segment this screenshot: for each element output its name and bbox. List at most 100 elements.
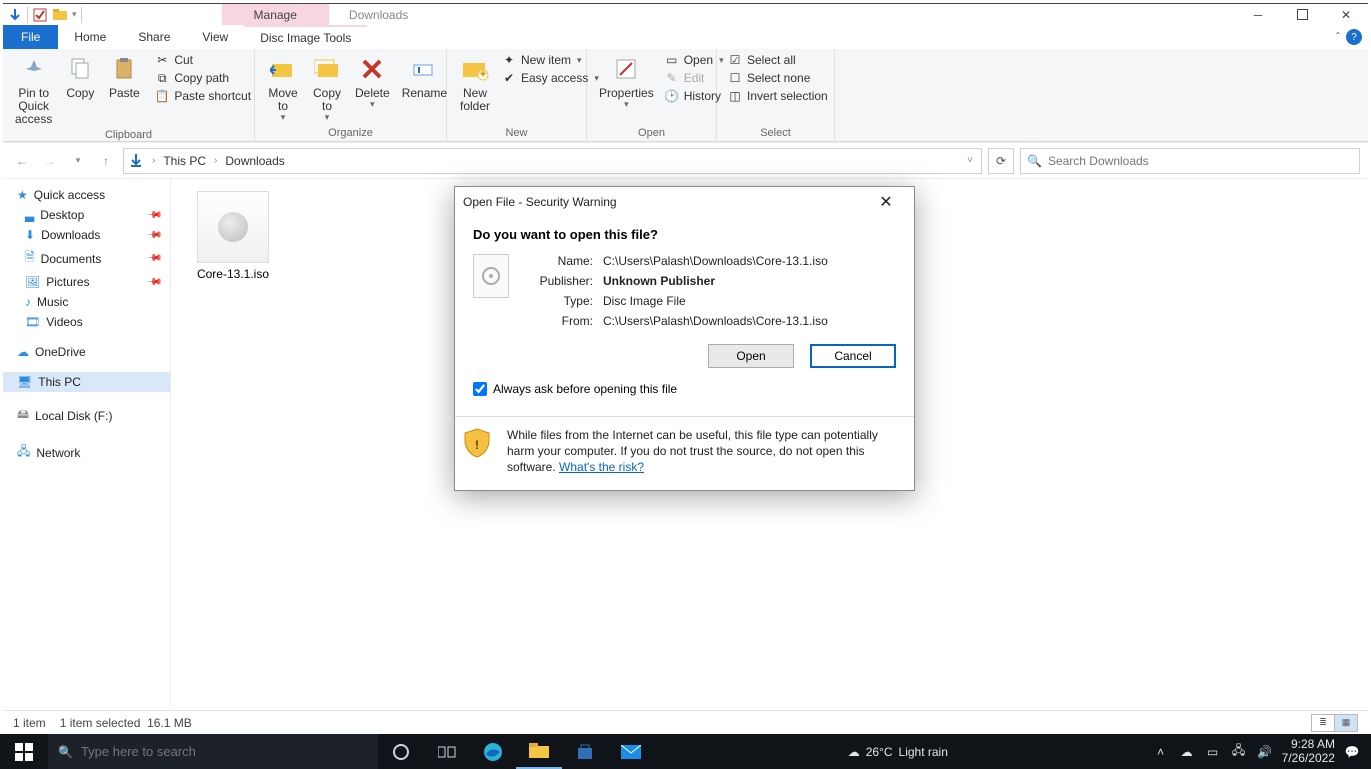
nav-local-disk[interactable]: 🖴Local Disk (F:): [3, 402, 170, 429]
search-box[interactable]: 🔍: [1020, 148, 1360, 174]
nav-quick-access[interactable]: ★Quick access: [3, 185, 170, 205]
group-organize-label: Organize: [255, 127, 446, 141]
tab-disc-image-tools[interactable]: Disc Image Tools: [244, 25, 367, 49]
invert-selection-button[interactable]: ◫Invert selection: [723, 87, 832, 105]
nav-documents[interactable]: 🗎Documents📌: [3, 245, 170, 272]
history-icon: 🕑: [664, 88, 680, 104]
tab-file[interactable]: File: [3, 25, 58, 49]
back-button[interactable]: ←: [11, 150, 33, 172]
taskbar-store-icon[interactable]: [562, 734, 608, 769]
taskbar-edge-icon[interactable]: [470, 734, 516, 769]
nav-network[interactable]: 🖧Network: [3, 439, 170, 466]
label-from: From:: [523, 314, 593, 328]
minimize-button[interactable]: ─: [1236, 4, 1280, 26]
select-all-button[interactable]: ☑Select all: [723, 51, 832, 69]
tray-volume-icon[interactable]: 🔊: [1256, 743, 1274, 761]
context-tab-manage[interactable]: Manage: [222, 4, 329, 26]
move-to-button[interactable]: Move to▾: [261, 51, 305, 125]
open-icon: ▭: [664, 52, 680, 68]
tab-share[interactable]: Share: [122, 25, 186, 49]
qat-dropdown-icon[interactable]: ▾: [72, 9, 77, 20]
tray-onedrive-icon[interactable]: ☁: [1178, 743, 1196, 761]
address-dropdown-icon[interactable]: ˅: [963, 155, 977, 166]
taskbar-explorer-icon[interactable]: [516, 734, 562, 769]
nav-downloads[interactable]: ⬇Downloads📌: [3, 225, 170, 245]
taskbar-search-input[interactable]: [81, 744, 368, 759]
delete-button[interactable]: Delete▾: [349, 51, 396, 112]
pin-to-quick-access-button[interactable]: Pin to Quick access: [9, 51, 58, 129]
dialog-cancel-button[interactable]: Cancel: [810, 344, 896, 368]
edit-icon: ✎: [664, 70, 680, 86]
nav-this-pc[interactable]: 🖥This PC: [3, 372, 170, 392]
nav-pictures[interactable]: 🖼Pictures📌: [3, 272, 170, 292]
clock-time: 9:28 AM: [1282, 738, 1335, 751]
videos-icon: 🎞: [25, 315, 40, 329]
weather-icon: ☁: [848, 745, 860, 759]
chevron-right-icon[interactable]: ›: [210, 155, 221, 166]
rename-button[interactable]: Rename: [396, 51, 453, 102]
details-view-button[interactable]: ≣: [1311, 714, 1335, 732]
taskbar-clock[interactable]: 9:28 AM 7/26/2022: [1282, 738, 1335, 764]
tray-meet-now-icon[interactable]: ▭: [1204, 743, 1222, 761]
cortana-icon[interactable]: [378, 734, 424, 769]
select-none-icon: ☐: [727, 70, 743, 86]
always-ask-checkbox[interactable]: Always ask before opening this file: [473, 378, 896, 408]
nav-desktop[interactable]: ▃Desktop📌: [3, 205, 170, 225]
move-to-icon: [267, 53, 299, 85]
help-icon[interactable]: ?: [1346, 29, 1362, 45]
ribbon-collapse-icon[interactable]: ˆ: [1336, 30, 1340, 44]
notifications-icon[interactable]: 💬: [1343, 743, 1361, 761]
recent-locations-button[interactable]: ▾: [67, 150, 89, 172]
qat-checkbox-icon[interactable]: [32, 7, 48, 23]
tab-home[interactable]: Home: [58, 25, 122, 49]
chevron-right-icon[interactable]: ›: [148, 155, 159, 166]
qat-folder-icon[interactable]: [52, 7, 68, 23]
tray-network-icon[interactable]: 🖧: [1230, 743, 1248, 761]
taskbar-weather[interactable]: ☁ 26°C Light rain: [848, 745, 948, 759]
task-view-icon[interactable]: [424, 734, 470, 769]
nav-videos[interactable]: 🎞Videos: [3, 312, 170, 332]
close-button[interactable]: ✕: [1324, 4, 1368, 26]
documents-icon: 🗎: [25, 248, 35, 269]
copy-to-icon: [311, 53, 343, 85]
taskbar-mail-icon[interactable]: [608, 734, 654, 769]
tray-overflow-icon[interactable]: ˄: [1152, 743, 1170, 761]
warning-text: While files from the Internet can be use…: [507, 427, 908, 476]
copy-path-button[interactable]: ⧉Copy path: [150, 69, 255, 87]
maximize-button[interactable]: [1280, 4, 1324, 26]
properties-button[interactable]: Properties▾: [593, 51, 660, 112]
copy-to-button[interactable]: Copy to▾: [305, 51, 349, 125]
select-none-button[interactable]: ☐Select none: [723, 69, 832, 87]
refresh-button[interactable]: ⟳: [988, 148, 1014, 174]
new-folder-button[interactable]: ✦New folder: [453, 51, 497, 115]
always-ask-input[interactable]: [473, 382, 487, 396]
weather-condition: Light rain: [899, 745, 948, 759]
search-input[interactable]: [1048, 154, 1353, 168]
up-button[interactable]: ↑: [95, 150, 117, 172]
group-new-label: New: [447, 127, 586, 141]
icons-view-button[interactable]: ▦: [1334, 714, 1358, 732]
dialog-close-button[interactable]: ✕: [866, 188, 906, 216]
address-bar[interactable]: › This PC › Downloads ˅: [123, 148, 982, 174]
forward-button[interactable]: →: [39, 150, 61, 172]
pin-icon: 📌: [145, 250, 162, 267]
paste-button[interactable]: Paste: [102, 51, 146, 102]
whats-the-risk-link[interactable]: What's the risk?: [559, 460, 644, 474]
tab-view[interactable]: View: [186, 25, 244, 49]
paste-shortcut-button[interactable]: 📋Paste shortcut: [150, 87, 255, 105]
qat-arrow-icon[interactable]: [7, 7, 23, 23]
copy-button[interactable]: Copy: [58, 51, 102, 102]
breadcrumb-downloads[interactable]: Downloads: [225, 154, 284, 168]
dialog-open-button[interactable]: Open: [708, 344, 794, 368]
taskbar-search[interactable]: 🔍: [48, 734, 378, 769]
cut-button[interactable]: ✂Cut: [150, 51, 255, 69]
nav-onedrive[interactable]: ☁OneDrive: [3, 342, 170, 362]
group-clipboard-label: Clipboard: [3, 129, 254, 143]
group-select-label: Select: [717, 127, 834, 141]
start-button[interactable]: [0, 734, 48, 769]
nav-music[interactable]: ♪Music: [3, 292, 170, 312]
breadcrumb-this-pc[interactable]: This PC: [163, 154, 206, 168]
label-name: Name:: [523, 254, 593, 268]
shield-warning-icon: !: [461, 427, 493, 459]
file-item[interactable]: Core-13.1.iso: [183, 191, 283, 281]
